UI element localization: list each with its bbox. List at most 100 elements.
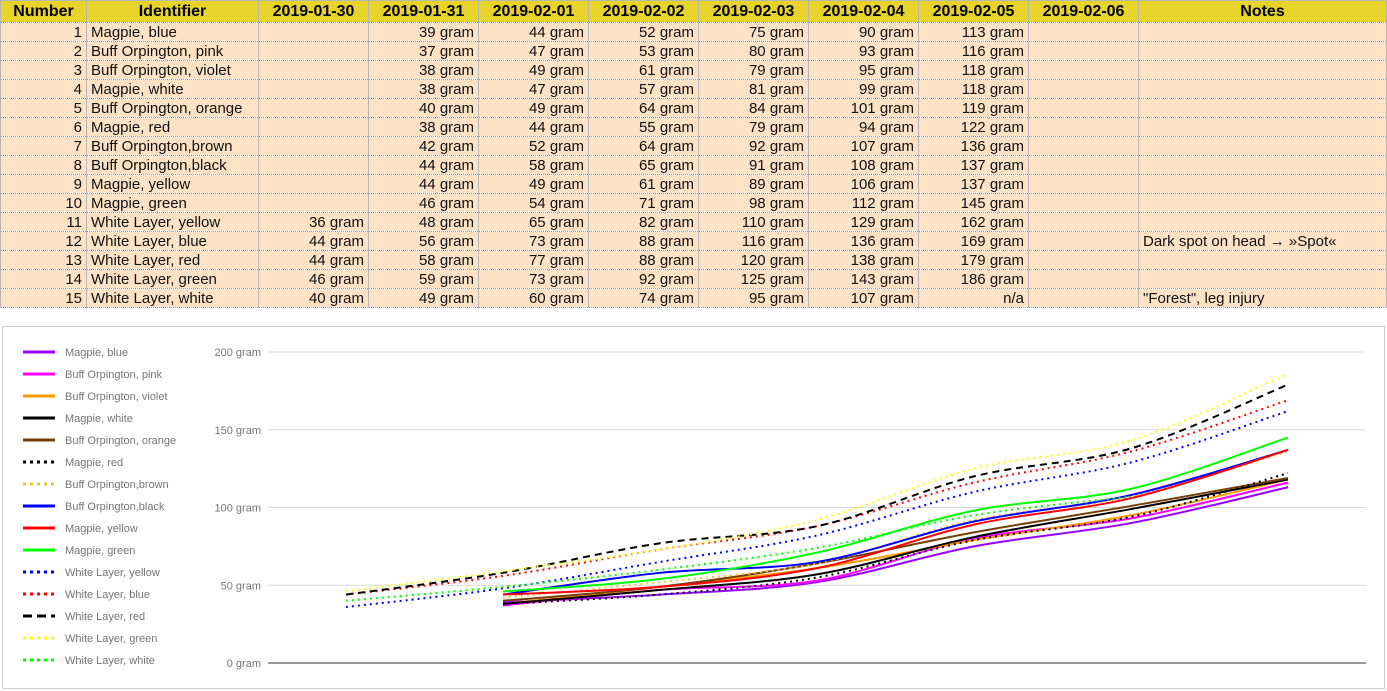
cell-weight[interactable] bbox=[258, 41, 369, 61]
cell-weight[interactable]: 58 gram bbox=[368, 250, 479, 270]
cell-weight[interactable]: 44 gram bbox=[368, 155, 479, 175]
legend-entry[interactable]: White Layer, blue bbox=[65, 589, 150, 601]
series-line-9[interactable] bbox=[502, 449, 1289, 596]
cell-notes[interactable] bbox=[1138, 136, 1387, 156]
cell-weight[interactable]: 98 gram bbox=[698, 193, 809, 213]
cell-weight[interactable]: 112 gram bbox=[808, 193, 919, 213]
cell-weight[interactable]: 46 gram bbox=[368, 193, 479, 213]
cell-weight[interactable]: 82 gram bbox=[588, 212, 699, 232]
cell-weight[interactable]: 99 gram bbox=[808, 79, 919, 99]
cell-weight[interactable]: 179 gram bbox=[918, 250, 1029, 270]
cell-weight[interactable]: 52 gram bbox=[478, 136, 589, 156]
cell-weight[interactable] bbox=[1028, 250, 1139, 270]
legend-entry[interactable]: Buff Orpington, orange bbox=[65, 435, 176, 447]
cell-weight[interactable]: 136 gram bbox=[808, 231, 919, 251]
cell-weight[interactable]: 88 gram bbox=[588, 231, 699, 251]
cell-weight[interactable]: n/a bbox=[918, 288, 1029, 308]
cell-identifier[interactable]: White Layer, yellow bbox=[86, 212, 259, 232]
cell-notes[interactable] bbox=[1138, 269, 1387, 289]
cell-weight[interactable]: 75 gram bbox=[698, 22, 809, 42]
cell-weight[interactable]: 71 gram bbox=[588, 193, 699, 213]
cell-weight[interactable]: 49 gram bbox=[478, 60, 589, 80]
cell-number[interactable]: 4 bbox=[0, 79, 87, 99]
series-line-14[interactable] bbox=[345, 372, 1289, 593]
cell-weight[interactable]: 64 gram bbox=[588, 136, 699, 156]
cell-weight[interactable]: 73 gram bbox=[478, 231, 589, 251]
column-header[interactable]: 2019-02-01 bbox=[478, 0, 589, 23]
legend-entry[interactable]: Magpie, red bbox=[65, 457, 123, 469]
column-header[interactable]: Number bbox=[0, 0, 87, 23]
cell-weight[interactable]: 49 gram bbox=[478, 98, 589, 118]
legend-entry[interactable]: Magpie, yellow bbox=[65, 523, 138, 535]
cell-weight[interactable]: 49 gram bbox=[368, 288, 479, 308]
cell-identifier[interactable]: Buff Orpington, pink bbox=[86, 41, 259, 61]
cell-weight[interactable] bbox=[258, 136, 369, 156]
cell-notes[interactable]: Dark spot on head → »Spot« bbox=[1138, 231, 1387, 251]
cell-weight[interactable]: 92 gram bbox=[588, 269, 699, 289]
cell-number[interactable]: 8 bbox=[0, 155, 87, 175]
cell-weight[interactable]: 138 gram bbox=[808, 250, 919, 270]
series-line-7[interactable] bbox=[502, 450, 1289, 599]
cell-notes[interactable] bbox=[1138, 60, 1387, 80]
cell-weight[interactable]: 65 gram bbox=[588, 155, 699, 175]
cell-identifier[interactable]: Magpie, white bbox=[86, 79, 259, 99]
cell-weight[interactable]: 57 gram bbox=[588, 79, 699, 99]
cell-weight[interactable]: 49 gram bbox=[478, 174, 589, 194]
cell-weight[interactable]: 169 gram bbox=[918, 231, 1029, 251]
cell-weight[interactable]: 118 gram bbox=[918, 60, 1029, 80]
cell-weight[interactable]: 44 gram bbox=[258, 231, 369, 251]
cell-weight[interactable]: 65 gram bbox=[478, 212, 589, 232]
cell-weight[interactable]: 44 gram bbox=[258, 250, 369, 270]
cell-number[interactable]: 5 bbox=[0, 98, 87, 118]
cell-identifier[interactable]: Magpie, green bbox=[86, 193, 259, 213]
cell-weight[interactable]: 38 gram bbox=[368, 60, 479, 80]
cell-weight[interactable]: 88 gram bbox=[588, 250, 699, 270]
column-header[interactable]: Notes bbox=[1138, 0, 1387, 23]
cell-notes[interactable]: "Forest", leg injury bbox=[1138, 288, 1387, 308]
cell-weight[interactable]: 79 gram bbox=[698, 60, 809, 80]
cell-number[interactable]: 9 bbox=[0, 174, 87, 194]
cell-weight[interactable] bbox=[1028, 155, 1139, 175]
cell-number[interactable]: 1 bbox=[0, 22, 87, 42]
cell-weight[interactable]: 37 gram bbox=[368, 41, 479, 61]
cell-weight[interactable] bbox=[258, 60, 369, 80]
cell-identifier[interactable]: Buff Orpington, orange bbox=[86, 98, 259, 118]
cell-weight[interactable]: 60 gram bbox=[478, 288, 589, 308]
cell-weight[interactable]: 59 gram bbox=[368, 269, 479, 289]
cell-weight[interactable]: 186 gram bbox=[918, 269, 1029, 289]
cell-weight[interactable] bbox=[1028, 79, 1139, 99]
column-header[interactable]: 2019-02-04 bbox=[808, 0, 919, 23]
series-line-6[interactable] bbox=[502, 472, 1289, 605]
cell-identifier[interactable]: White Layer, white bbox=[86, 288, 259, 308]
cell-weight[interactable]: 44 gram bbox=[368, 174, 479, 194]
cell-notes[interactable] bbox=[1138, 174, 1387, 194]
cell-identifier[interactable]: Buff Orpington, violet bbox=[86, 60, 259, 80]
cell-notes[interactable] bbox=[1138, 193, 1387, 213]
cell-weight[interactable]: 143 gram bbox=[808, 269, 919, 289]
cell-notes[interactable] bbox=[1138, 117, 1387, 137]
cell-weight[interactable]: 47 gram bbox=[478, 41, 589, 61]
cell-weight[interactable] bbox=[1028, 212, 1139, 232]
cell-weight[interactable]: 93 gram bbox=[808, 41, 919, 61]
cell-weight[interactable]: 77 gram bbox=[478, 250, 589, 270]
cell-weight[interactable] bbox=[258, 98, 369, 118]
cell-weight[interactable]: 61 gram bbox=[588, 60, 699, 80]
cell-weight[interactable]: 107 gram bbox=[808, 288, 919, 308]
cell-weight[interactable]: 137 gram bbox=[918, 174, 1029, 194]
legend-entry[interactable]: Magpie, white bbox=[65, 413, 133, 425]
legend-entry[interactable]: Buff Orpington,black bbox=[65, 501, 165, 513]
cell-weight[interactable]: 136 gram bbox=[918, 136, 1029, 156]
cell-weight[interactable]: 84 gram bbox=[698, 98, 809, 118]
cell-identifier[interactable]: Magpie, yellow bbox=[86, 174, 259, 194]
cell-weight[interactable]: 54 gram bbox=[478, 193, 589, 213]
cell-weight[interactable]: 80 gram bbox=[698, 41, 809, 61]
cell-weight[interactable]: 44 gram bbox=[478, 117, 589, 137]
cell-weight[interactable] bbox=[1028, 231, 1139, 251]
cell-weight[interactable]: 110 gram bbox=[698, 212, 809, 232]
cell-weight[interactable] bbox=[1028, 60, 1139, 80]
cell-number[interactable]: 14 bbox=[0, 269, 87, 289]
legend-entry[interactable]: Buff Orpington,brown bbox=[65, 479, 169, 491]
legend-entry[interactable]: Buff Orpington, violet bbox=[65, 391, 168, 403]
cell-weight[interactable]: 129 gram bbox=[808, 212, 919, 232]
cell-weight[interactable]: 90 gram bbox=[808, 22, 919, 42]
